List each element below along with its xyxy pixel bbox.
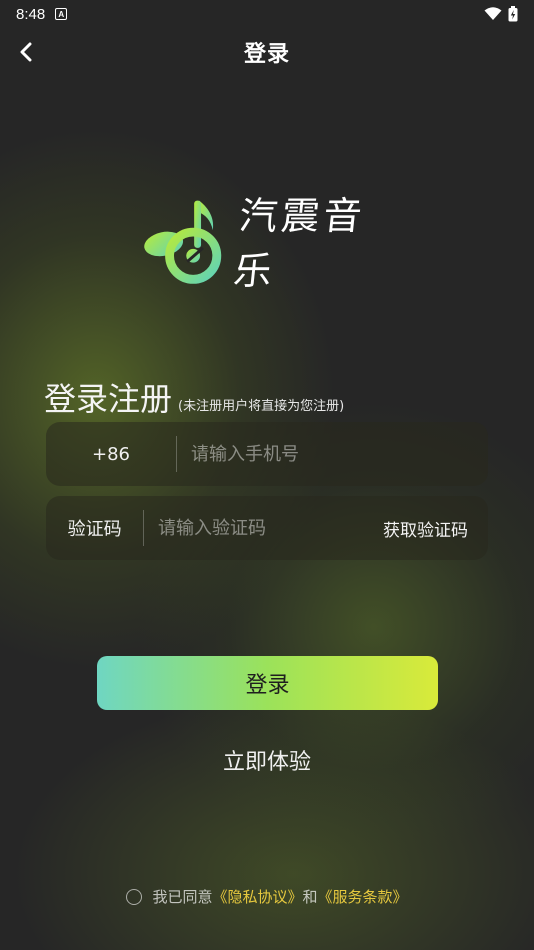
status-time: 8:48 <box>16 5 46 23</box>
phone-field: +86 <box>46 422 488 486</box>
music-note-disc-icon <box>144 200 222 284</box>
status-bar: 8:48 A <box>0 0 534 28</box>
try-now-button[interactable]: 立即体验 <box>0 744 534 776</box>
login-button[interactable]: 登录 <box>97 656 438 710</box>
agree-conjunction: 和 <box>302 888 318 906</box>
form-title-note: (未注册用户将直接为您注册) <box>178 399 345 414</box>
privacy-link[interactable]: 《隐私协议》 <box>212 886 302 907</box>
status-icons <box>484 6 518 22</box>
agree-radio[interactable] <box>126 888 143 905</box>
get-code-button[interactable]: 获取验证码 <box>383 516 468 541</box>
wifi-icon <box>484 7 502 20</box>
code-input[interactable] <box>158 508 383 548</box>
agree-prefix: 我已同意 <box>152 888 213 906</box>
app-name: 汽震音乐 <box>231 194 368 293</box>
battery-charging-icon <box>508 6 518 22</box>
app-logo: 汽震音乐 <box>142 194 402 293</box>
chevron-left-icon <box>20 42 32 62</box>
country-code[interactable]: +86 <box>46 444 176 465</box>
back-button[interactable] <box>10 36 42 68</box>
phone-input[interactable] <box>191 434 488 474</box>
code-field: 验证码 获取验证码 <box>46 496 488 560</box>
code-label: 验证码 <box>67 519 122 540</box>
notification-icon: A <box>55 8 68 20</box>
form-title-main: 登录注册 <box>44 380 173 418</box>
header: 登录 <box>0 28 534 76</box>
form-title: 登录注册 (未注册用户将直接为您注册) <box>44 374 344 420</box>
page-title: 登录 <box>243 42 290 67</box>
agreement: 我已同意 《隐私协议》 和 《服务条款》 <box>0 886 534 907</box>
field-divider <box>143 510 144 546</box>
terms-link[interactable]: 《服务条款》 <box>318 886 408 907</box>
field-divider <box>176 436 177 472</box>
